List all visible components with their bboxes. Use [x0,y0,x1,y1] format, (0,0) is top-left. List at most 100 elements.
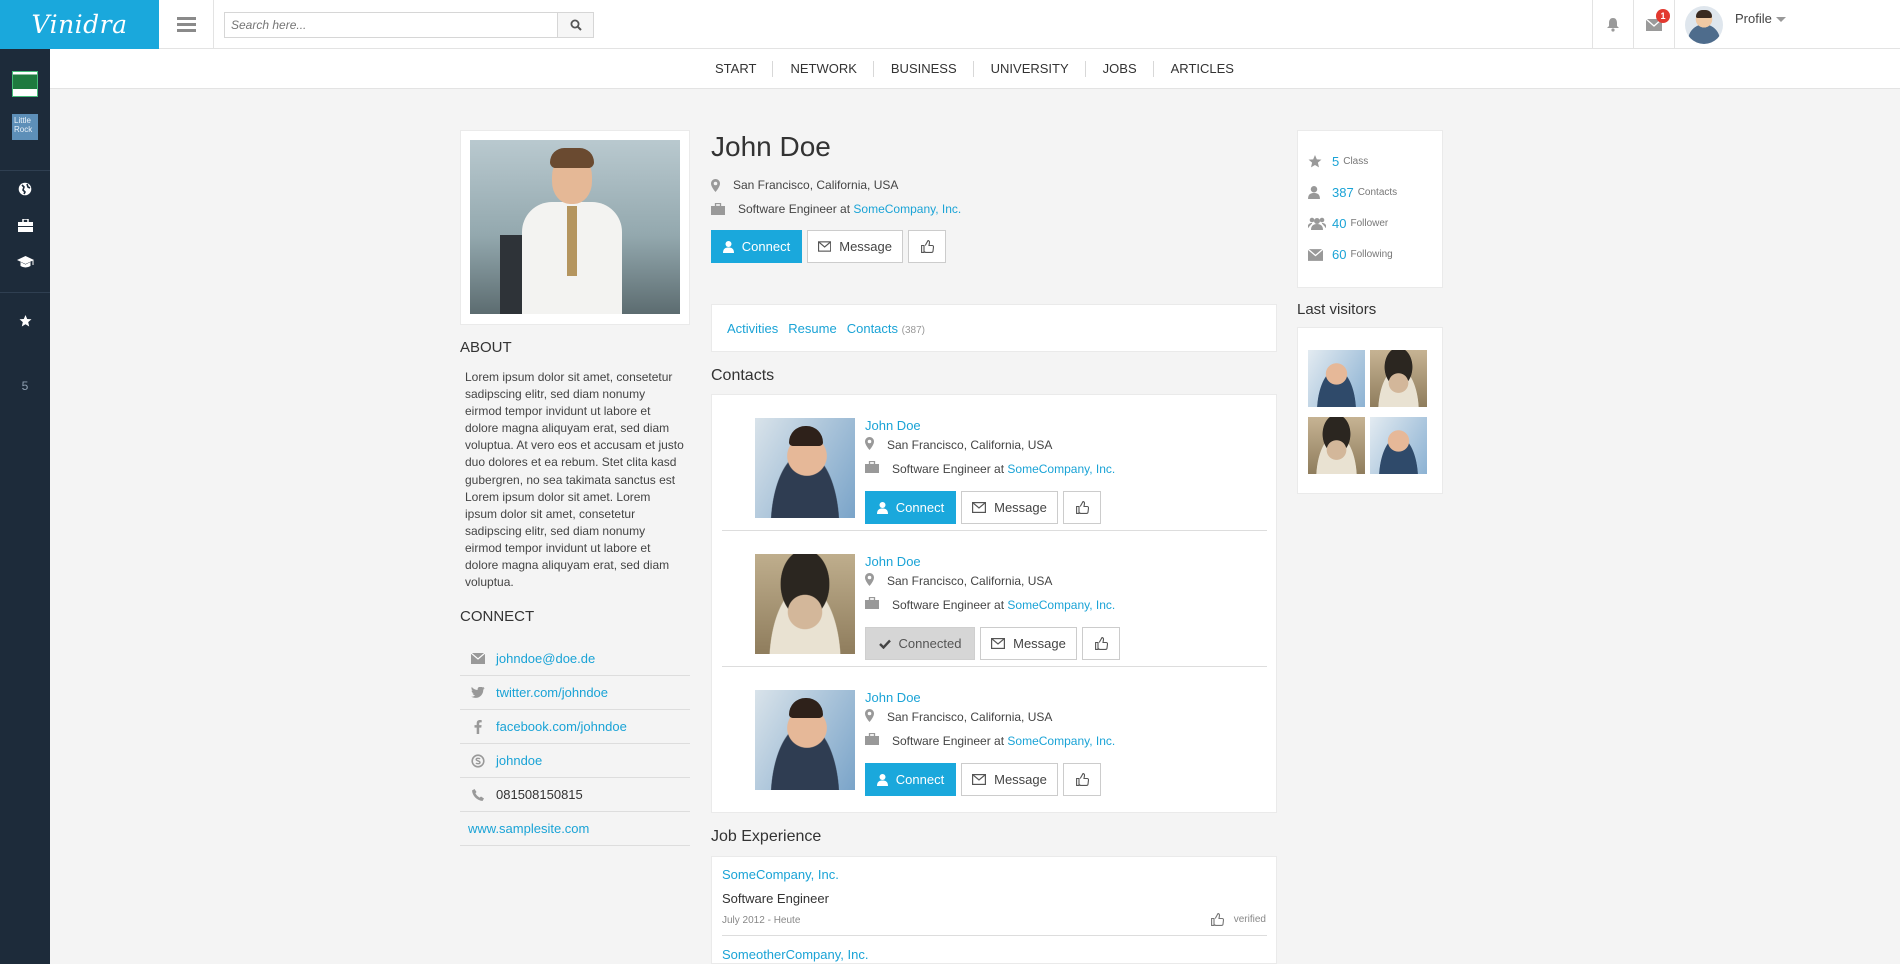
contact-company-link[interactable]: SomeCompany, Inc. [1007,598,1115,612]
contact-name-link[interactable]: John Doe [865,690,921,705]
brand-logo[interactable]: Vinidra [0,0,159,49]
connected-button[interactable]: Connected [865,627,975,660]
sidebar-app-2[interactable]: Little Rock [0,112,50,142]
twitter-icon [471,686,485,698]
job-company-link[interactable]: SomeotherCompany, Inc. [722,947,868,962]
contact-company-link[interactable]: SomeCompany, Inc. [1007,734,1115,748]
profile-location: San Francisco, California, USA [711,178,898,192]
connect-button-label: Connect [895,500,945,515]
sidebar-app-1[interactable] [0,69,50,99]
favorites-count: 5 [21,379,29,393]
search-icon [570,19,582,31]
contacts-list: John Doe San Francisco, California, USA … [711,394,1277,813]
visitor-avatar[interactable] [1370,350,1427,407]
briefcase-icon [865,460,879,473]
briefcase-icon [17,218,33,232]
envelope-icon [471,653,485,664]
messages-button[interactable]: 1 [1633,0,1674,49]
search-input[interactable] [225,13,558,37]
hamburger-icon [176,23,196,26]
notifications-button[interactable] [1592,0,1633,49]
like-button[interactable] [1082,627,1120,660]
contacts-title: Contacts [711,367,775,384]
nav-articles[interactable]: ARTICLES [1152,60,1251,77]
visitor-avatar[interactable] [1308,417,1365,474]
top-bar: Vinidra 1 Profile [0,0,1900,49]
contact-avatar[interactable] [755,418,855,518]
skype-link[interactable]: johndoe [496,753,542,768]
message-button[interactable]: Message [980,627,1077,660]
nav-business[interactable]: BUSINESS [872,60,974,77]
visitor-avatar[interactable] [1308,350,1365,407]
check-icon [878,639,891,649]
sidebar-item-university[interactable] [0,252,50,272]
thumbs-up-icon [1075,501,1089,514]
profile-company-link[interactable]: SomeCompany, Inc. [853,202,961,216]
message-button[interactable]: Message [961,491,1058,524]
connect-button[interactable]: Connect [711,230,802,263]
contact-location: San Francisco, California, USA [887,710,1053,724]
like-button[interactable] [1063,491,1101,524]
message-button-label: Message [994,500,1047,515]
sidebar-divider [0,170,50,171]
website-link[interactable]: www.samplesite.com [468,821,589,836]
map-marker-icon [865,573,874,586]
contact-avatar[interactable] [755,690,855,790]
app-logo-icon [12,71,38,97]
stat-class[interactable]: 5 Class [1308,154,1368,169]
stat-value: 387 [1332,185,1354,200]
tab-contacts-count: (387) [901,324,926,336]
divider [722,935,1267,936]
nav-start[interactable]: START [698,61,773,77]
nav-jobs[interactable]: JOBS [1084,60,1154,77]
thumbs-up-icon [1094,637,1108,650]
profile-photo [470,140,680,314]
like-button[interactable] [1063,763,1101,796]
users-icon [1308,217,1326,230]
nav-network[interactable]: NETWORK [772,60,873,77]
sidebar-item-network[interactable] [0,179,50,199]
map-marker-icon [865,709,874,722]
sidebar-divider [0,292,50,293]
stat-contacts[interactable]: 387 Contacts [1308,185,1397,200]
contact-avatar[interactable] [755,554,855,654]
stat-label: Following [1350,249,1393,260]
job-company-link[interactable]: SomeCompany, Inc. [722,867,839,882]
caret-down-icon [1775,17,1786,23]
star-icon [1308,155,1322,168]
tab-resume[interactable]: Resume [788,321,836,336]
contact-name-link[interactable]: John Doe [865,418,921,433]
menu-toggle-button[interactable] [159,0,214,49]
tab-activities[interactable]: Activities [727,321,778,336]
briefcase-icon [865,596,879,609]
contact-name-link[interactable]: John Doe [865,554,921,569]
message-button[interactable]: Message [807,230,903,263]
thumbs-up-icon [1075,773,1089,786]
connect-button[interactable]: Connect [865,491,956,524]
contact-company-link[interactable]: SomeCompany, Inc. [1007,462,1115,476]
email-link[interactable]: johndoe@doe.de [496,651,595,666]
search-button[interactable] [557,13,593,37]
message-button[interactable]: Message [961,763,1058,796]
last-visitors-title: Last visitors [1297,301,1377,318]
twitter-link[interactable]: twitter.com/johndoe [496,685,608,700]
connect-twitter-row: twitter.com/johndoe [460,676,690,710]
facebook-link[interactable]: facebook.com/johndoe [496,719,627,734]
map-marker-icon [711,178,720,192]
visitor-avatar[interactable] [1370,417,1427,474]
nav-university[interactable]: UNIVERSITY [972,60,1086,77]
last-visitors-grid [1297,327,1443,494]
profile-job-prefix: Software Engineer at [738,202,851,216]
connect-button[interactable]: Connect [865,763,956,796]
profile-menu[interactable]: Profile [1674,0,1900,49]
contact-location: San Francisco, California, USA [887,574,1053,588]
thumbs-up-icon[interactable] [1210,913,1224,926]
connect-title: CONNECT [460,608,535,625]
sidebar-item-jobs[interactable] [0,215,50,235]
stat-following[interactable]: 60 Following [1308,247,1393,262]
stat-label: Follower [1350,218,1389,229]
stat-follower[interactable]: 40 Follower [1308,216,1388,231]
like-button[interactable] [908,230,946,263]
tab-contacts[interactable]: Contacts [847,321,898,336]
sidebar-item-favorites[interactable] [0,313,50,329]
